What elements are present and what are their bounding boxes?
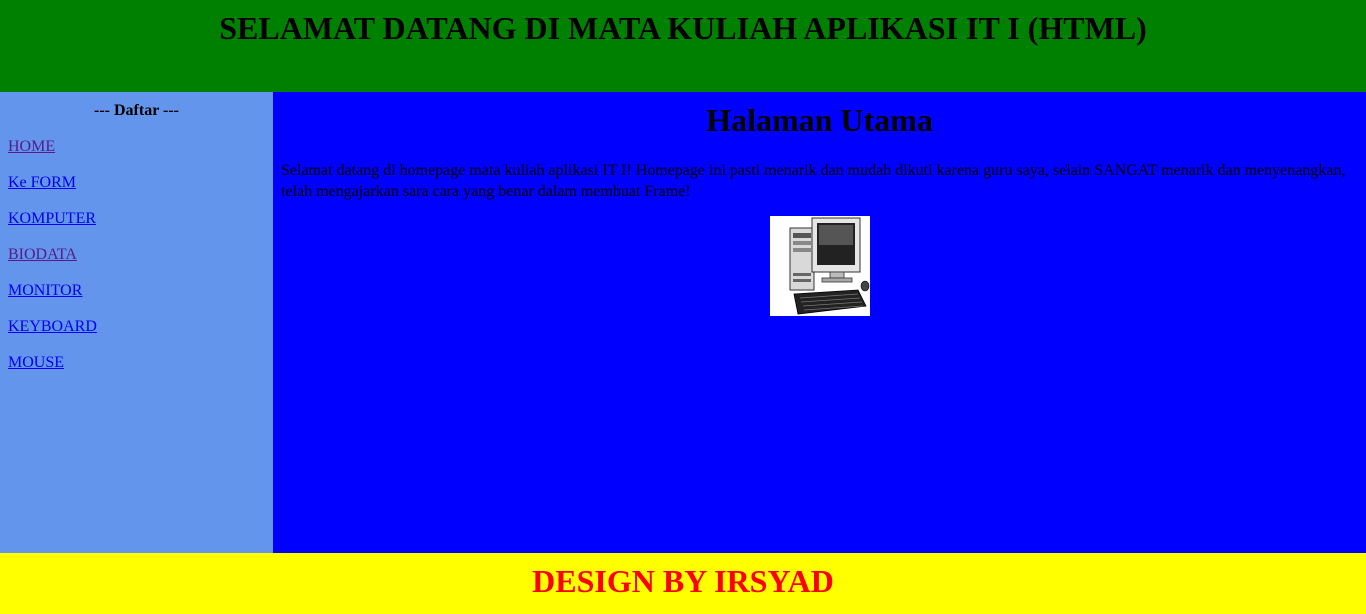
sidebar-title: --- Daftar --- <box>94 102 179 119</box>
nav-item-mouse: MOUSE <box>8 354 97 390</box>
nav-link-monitor[interactable]: MONITOR <box>8 282 82 299</box>
intro-paragraph: Selamat datang di homepage mata kuliah a… <box>281 162 1346 200</box>
sidebar-frame: --- Daftar --- HOME Ke FORM KOMPUTER BIO… <box>0 92 273 553</box>
page-title: SELAMAT DATANG DI MATA KULIAH APLIKASI I… <box>219 10 1147 46</box>
footer-frame: DESIGN BY IRSYAD <box>0 553 1366 614</box>
nav-item-form: Ke FORM <box>8 174 97 210</box>
nav-item-komputer: KOMPUTER <box>8 210 97 246</box>
nav-item-home: HOME <box>8 138 97 174</box>
nav-item-monitor: MONITOR <box>8 282 97 318</box>
nav-link-mouse[interactable]: MOUSE <box>8 354 64 371</box>
footer-credit: DESIGN BY IRSYAD <box>532 563 834 599</box>
nav-list: HOME Ke FORM KOMPUTER BIODATA MONITOR KE… <box>8 138 97 390</box>
header-frame: SELAMAT DATANG DI MATA KULIAH APLIKASI I… <box>0 0 1366 92</box>
nav-item-keyboard: KEYBOARD <box>8 318 97 354</box>
nav-link-biodata[interactable]: BIODATA <box>8 246 77 263</box>
nav-link-home[interactable]: HOME <box>8 138 55 155</box>
nav-item-biodata: BIODATA <box>8 246 97 282</box>
nav-link-form[interactable]: Ke FORM <box>8 174 76 191</box>
nav-link-keyboard[interactable]: KEYBOARD <box>8 318 97 335</box>
nav-link-komputer[interactable]: KOMPUTER <box>8 210 96 227</box>
main-frame: Halaman Utama Selamat datang di homepage… <box>273 92 1366 553</box>
desktop-computer-icon <box>770 216 870 316</box>
main-heading: Halaman Utama <box>706 102 933 138</box>
